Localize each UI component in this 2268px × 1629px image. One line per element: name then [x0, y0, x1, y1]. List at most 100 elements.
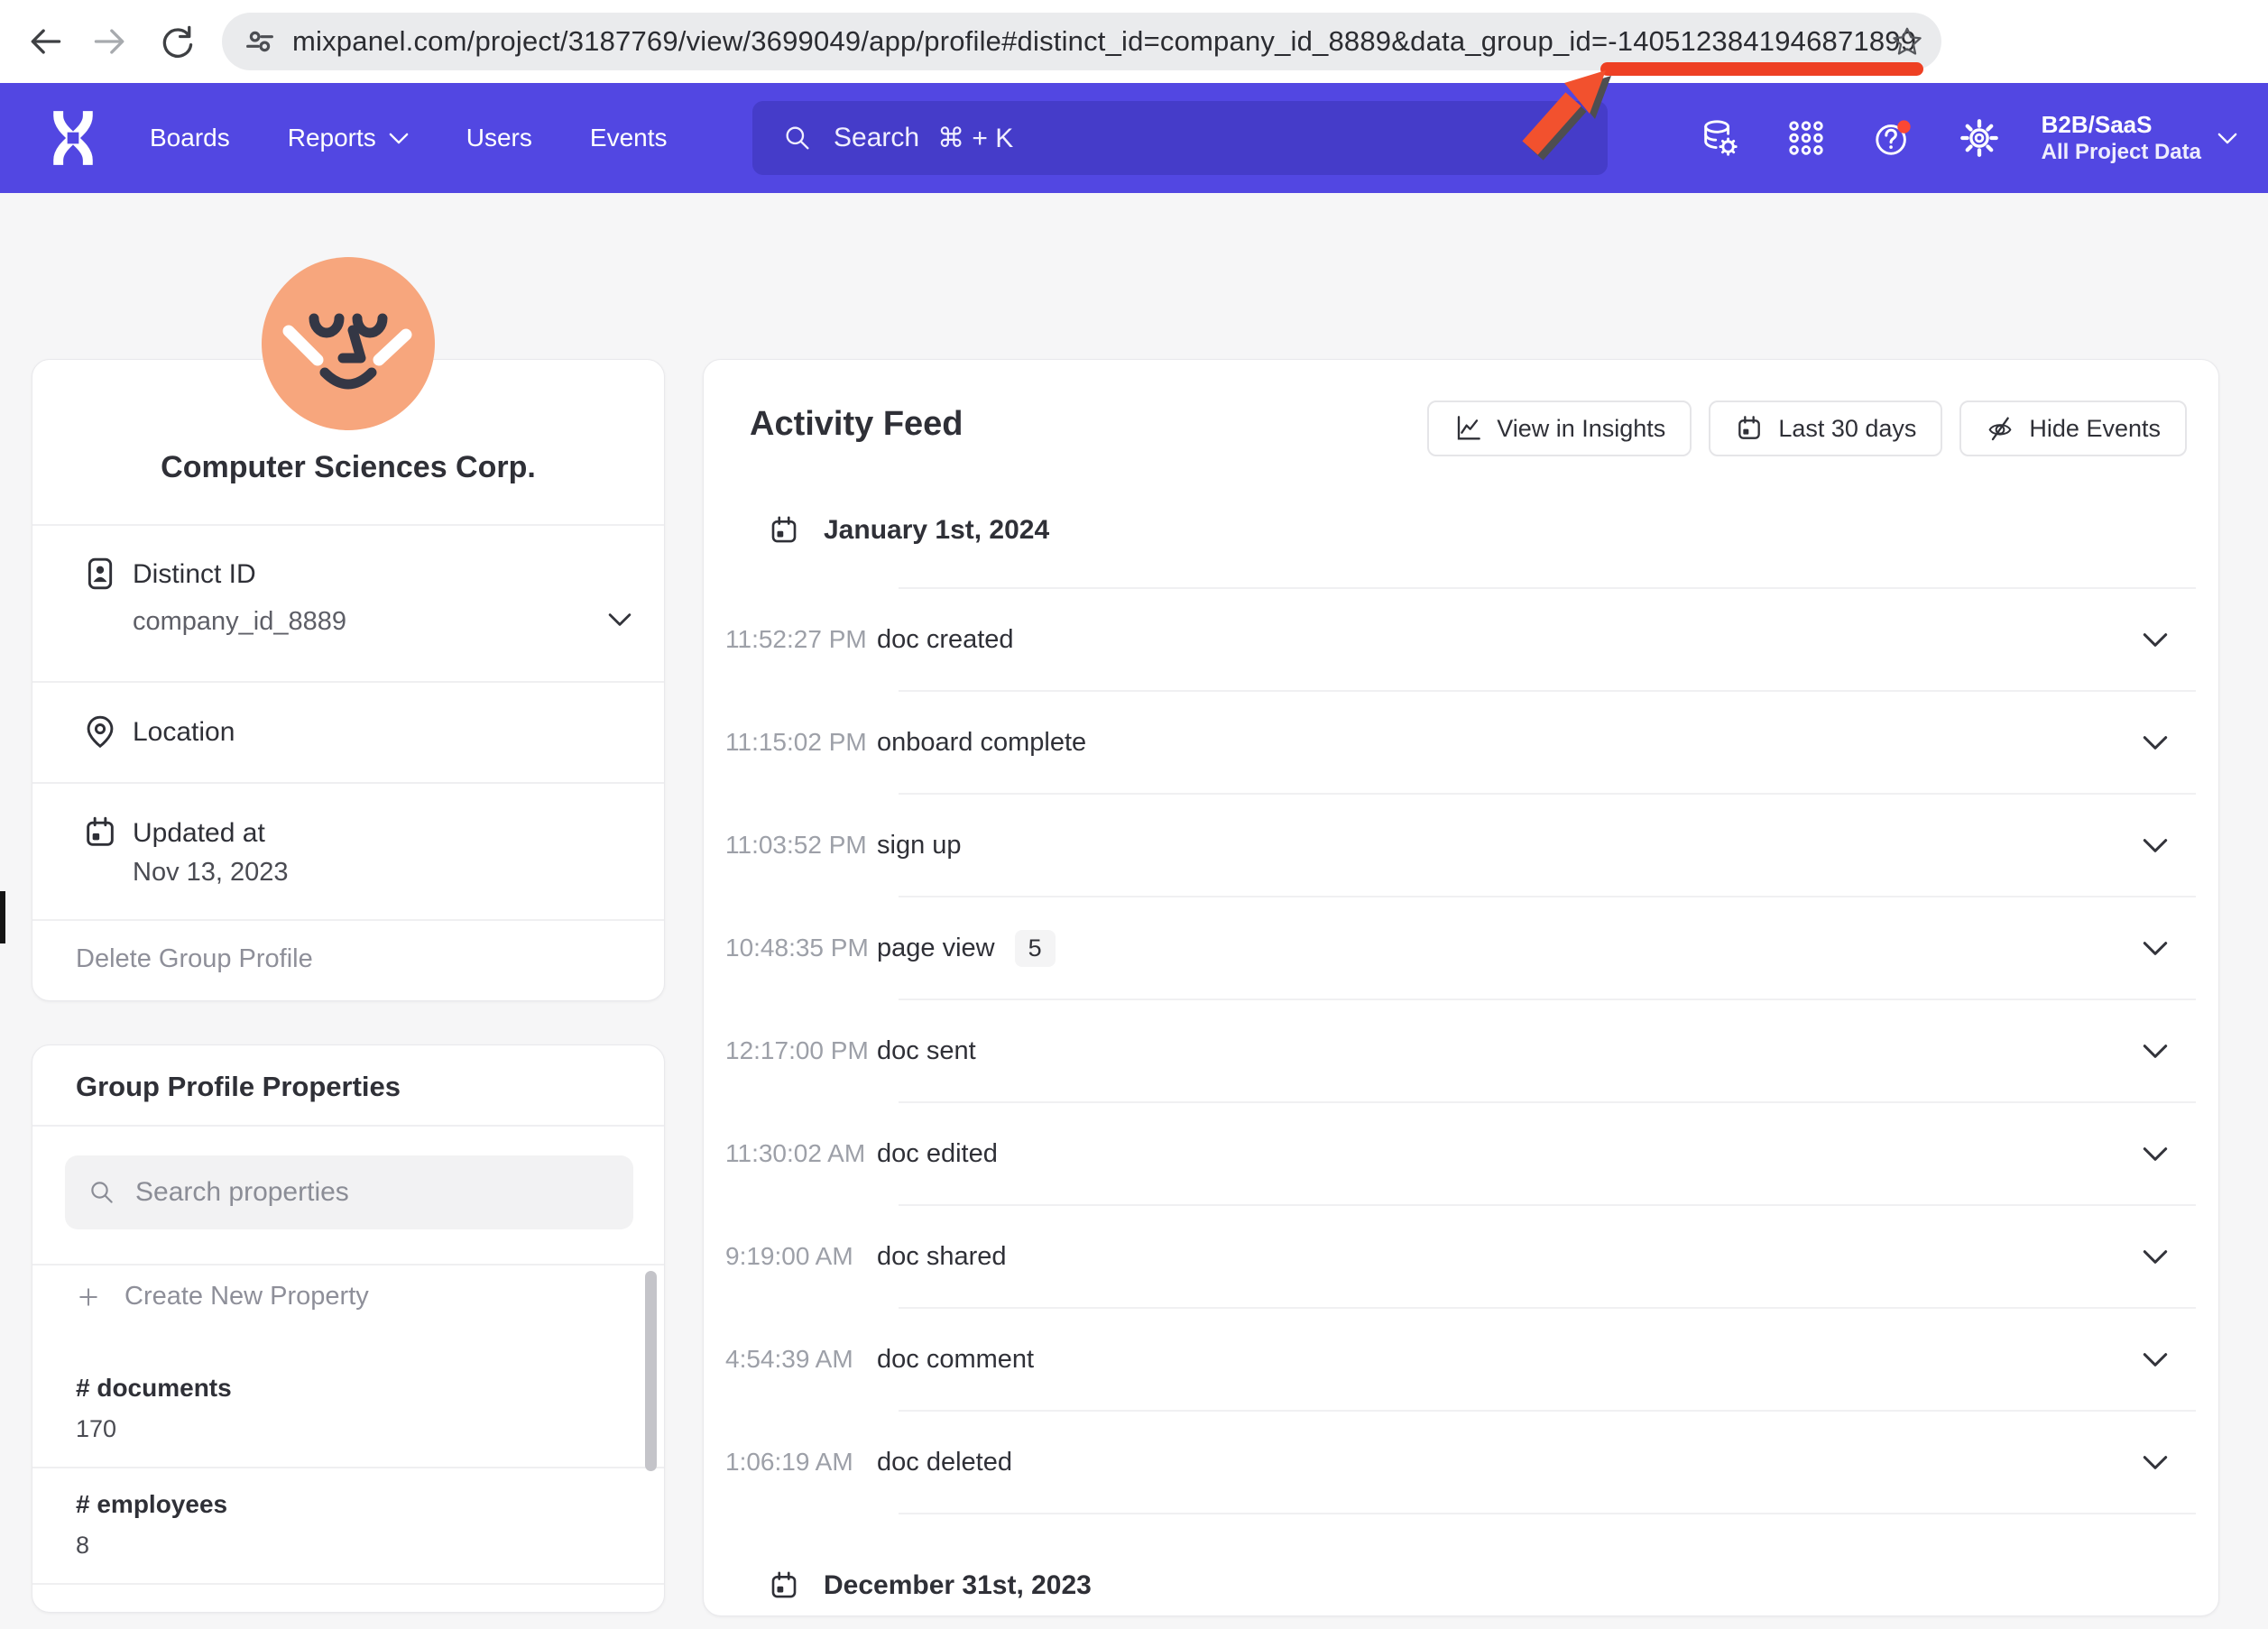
event-time: 11:15:02 PM	[704, 728, 853, 757]
mixpanel-logo[interactable]	[47, 111, 99, 165]
event-count-badge: 5	[1015, 930, 1056, 967]
feed-event-row[interactable]: 11:30:02 AM doc edited	[704, 1103, 2218, 1204]
event-time: 11:30:02 AM	[704, 1139, 853, 1168]
browser-forward-button[interactable]	[90, 22, 130, 61]
search-placeholder: Search	[834, 123, 919, 153]
chevron-down-icon[interactable]	[608, 612, 632, 627]
create-new-property-button[interactable]: Create New Property	[76, 1282, 369, 1311]
feed-event-row[interactable]: 4:54:39 AM doc comment	[704, 1309, 2218, 1410]
chevron-down-icon[interactable]	[2143, 838, 2168, 853]
feed-groups: January 1st, 2024 11:52:27 PM doc create…	[704, 501, 2218, 1615]
project-name: B2B/SaaS	[2042, 110, 2201, 139]
event-time: 11:03:52 PM	[704, 831, 853, 860]
button-label: Last 30 days	[1778, 415, 1916, 443]
chevron-down-icon	[389, 133, 409, 144]
event-time: 11:52:27 PM	[704, 625, 853, 654]
delete-group-profile-button[interactable]: Delete Group Profile	[76, 944, 313, 974]
feed-date-heading: January 1st, 2024	[768, 501, 2218, 560]
updated-at-label: Updated at	[133, 818, 265, 849]
address-bar[interactable]: mixpanel.com/project/3187769/view/369904…	[222, 13, 1941, 70]
calendar-icon	[1735, 414, 1764, 443]
event-name: doc created	[877, 625, 1014, 655]
divider	[32, 1125, 664, 1127]
event-name: sign up	[877, 831, 962, 861]
nav-item-boards[interactable]: Boards	[150, 124, 230, 152]
feed-event-row[interactable]: 1:06:19 AM doc deleted	[704, 1412, 2218, 1513]
feed-event-row[interactable]: 11:03:52 PM sign up	[704, 795, 2218, 896]
site-info-icon[interactable]	[245, 27, 274, 56]
settings-gear-icon[interactable]	[1959, 117, 2000, 159]
location-label: Location	[133, 717, 235, 748]
chevron-down-icon[interactable]	[2143, 1455, 2168, 1470]
apps-grid-icon[interactable]	[1785, 117, 1827, 159]
properties-title: Group Profile Properties	[76, 1071, 401, 1103]
properties-scrollbar[interactable]	[645, 1271, 657, 1471]
event-name: doc sent	[877, 1036, 976, 1066]
chevron-down-icon[interactable]	[2143, 1352, 2168, 1367]
browser-back-button[interactable]	[25, 22, 65, 61]
properties-search	[65, 1155, 633, 1229]
company-name: Computer Sciences Corp.	[32, 450, 664, 485]
properties-list: # documents 170 # employees 8	[32, 1352, 664, 1585]
nav-item-events[interactable]: Events	[590, 124, 668, 152]
id-card-icon	[82, 556, 118, 592]
event-name: doc shared	[877, 1242, 1007, 1272]
event-name: doc comment	[877, 1345, 1034, 1375]
nav-item-reports[interactable]: Reports	[288, 124, 409, 152]
divider	[32, 681, 664, 683]
chevron-down-icon[interactable]	[2143, 1249, 2168, 1265]
bookmark-star-icon[interactable]	[1891, 25, 1923, 58]
event-time: 10:48:35 PM	[704, 934, 853, 962]
line-chart-icon	[1453, 414, 1482, 443]
property-value: 8	[76, 1532, 664, 1560]
group-profile-card: Computer Sciences Corp. Distinct ID comp…	[32, 359, 665, 1001]
global-search-input[interactable]: Search ⌘ + K	[752, 101, 1608, 175]
event-time: 1:06:19 AM	[704, 1448, 853, 1477]
header-actions: B2B/SaaS All Project Data	[1654, 83, 2237, 193]
chevron-down-icon[interactable]	[2217, 133, 2237, 144]
property-item[interactable]: # documents 170	[32, 1352, 664, 1467]
chevron-down-icon[interactable]	[2143, 1044, 2168, 1059]
feed-event-row[interactable]: 11:52:27 PM doc created	[704, 589, 2218, 690]
properties-search-input[interactable]	[135, 1177, 604, 1208]
plus-icon	[76, 1284, 101, 1310]
nav-item-users[interactable]: Users	[466, 124, 532, 152]
hide-events-button[interactable]: Hide Events	[1959, 400, 2187, 456]
eye-off-icon	[1986, 414, 2014, 443]
feed-title: Activity Feed	[750, 405, 963, 444]
date-range-button[interactable]: Last 30 days	[1709, 400, 1942, 456]
search-shortcut: ⌘ + K	[937, 123, 1013, 154]
view-in-insights-button[interactable]: View in Insights	[1427, 400, 1692, 456]
calendar-icon	[82, 814, 118, 851]
chevron-down-icon[interactable]	[2143, 941, 2168, 956]
search-icon	[783, 124, 812, 152]
divider	[32, 782, 664, 784]
divider	[32, 919, 664, 921]
browser-reload-button[interactable]	[157, 22, 197, 61]
help-icon[interactable]	[1872, 117, 1913, 159]
project-selector[interactable]: B2B/SaaS All Project Data	[2042, 110, 2201, 166]
chevron-down-icon[interactable]	[2143, 632, 2168, 648]
divider	[32, 1583, 664, 1585]
chevron-down-icon[interactable]	[2143, 1146, 2168, 1162]
feed-date-label: January 1st, 2024	[824, 515, 1049, 546]
data-management-icon[interactable]	[1699, 117, 1740, 159]
main-menu: Boards Reports Users Events	[150, 83, 668, 193]
nav-item-label: Events	[590, 124, 668, 152]
calendar-icon	[768, 1569, 800, 1602]
feed-event-row[interactable]: 12:17:00 PM doc sent	[704, 1000, 2218, 1101]
calendar-icon	[768, 514, 800, 547]
divider	[32, 1264, 664, 1265]
chevron-down-icon[interactable]	[2143, 735, 2168, 750]
feed-event-row[interactable]: 10:48:35 PM page view 5	[704, 897, 2218, 999]
event-name: doc edited	[877, 1139, 998, 1169]
property-item[interactable]: # employees 8	[32, 1468, 664, 1583]
feed-event-row[interactable]: 9:19:00 AM doc shared	[704, 1206, 2218, 1307]
nav-item-label: Users	[466, 124, 532, 152]
feed-event-row[interactable]: 11:15:02 PM onboard complete	[704, 692, 2218, 793]
url-text: mixpanel.com/project/3187769/view/369904…	[292, 25, 1916, 58]
updated-at-value: Nov 13, 2023	[133, 858, 289, 888]
create-new-property-label: Create New Property	[124, 1282, 369, 1311]
mixpanel-app-window: mixpanel.com/project/3187769/view/369904…	[0, 0, 2268, 1629]
nav-item-label: Boards	[150, 124, 230, 152]
